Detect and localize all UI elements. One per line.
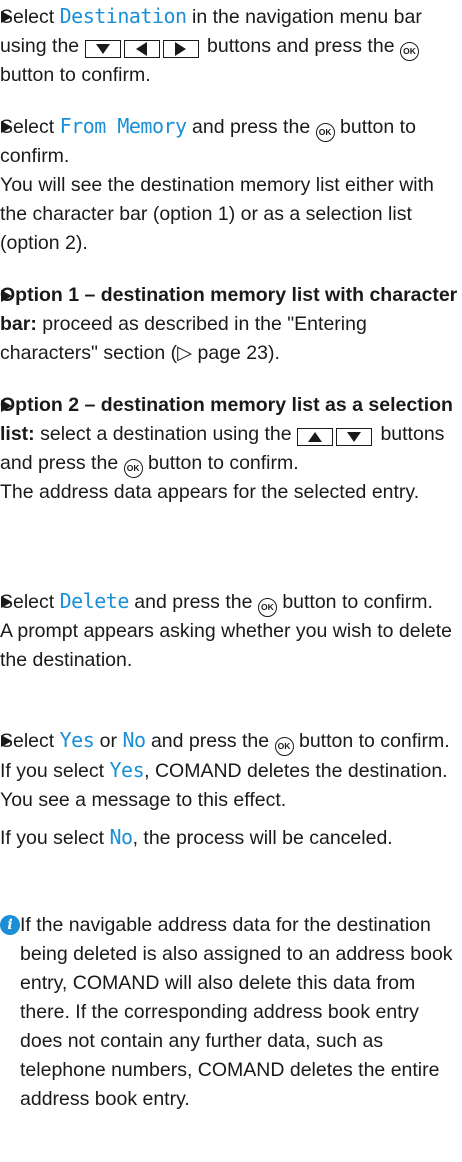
step-text: Select Delete and press the OK button to… <box>0 587 458 617</box>
right-arrow-button-icon <box>162 40 199 58</box>
step-text: Option 2 – destination memory list as a … <box>0 391 458 478</box>
menu-item-yes: Yes <box>109 758 145 782</box>
bullet-triangle-icon <box>1 596 12 608</box>
step-select-delete: Select Delete and press the OK button to… <box>0 587 458 675</box>
ok-button-icon: OK <box>399 41 419 61</box>
ok-button-icon: OK <box>274 736 294 756</box>
up-down-buttons <box>297 428 375 446</box>
step-result-no: If you select No, the process will be ca… <box>0 825 393 849</box>
bullet-triangle-icon <box>1 735 12 747</box>
up-arrow-button-icon <box>297 428 334 446</box>
ok-button-icon: OK <box>315 122 335 142</box>
down-arrow-button-icon <box>84 40 121 58</box>
step-option-1: Option 1 – destination memory list with … <box>0 281 458 368</box>
step-result: The address data appears for the selecte… <box>0 481 420 503</box>
bullet-triangle-icon <box>1 290 12 302</box>
step-select-from-memory: Select From Memory and press the OK butt… <box>0 112 458 258</box>
ok-button-icon: OK <box>123 458 143 478</box>
bullet-triangle-icon <box>1 121 12 133</box>
step-text: Option 1 – destination memory list with … <box>0 284 458 364</box>
step-result: A prompt appears asking whether you wish… <box>0 620 453 671</box>
menu-item-no: No <box>122 728 146 752</box>
bullet-triangle-icon <box>1 400 12 412</box>
info-icon: i <box>0 915 20 935</box>
info-text: If the navigable address data for the de… <box>20 914 453 1110</box>
bullet-triangle-icon <box>1 11 12 23</box>
down-arrow-button-icon <box>336 428 373 446</box>
step-text: Select From Memory and press the OK butt… <box>0 114 416 167</box>
step-text: Select Yes or No and press the OK button… <box>0 726 458 756</box>
menu-item-no: No <box>109 825 133 849</box>
step-option-2: Option 2 – destination memory list as a … <box>0 391 458 507</box>
step-select-yes-no: Select Yes or No and press the OK button… <box>0 726 458 853</box>
nav-buttons <box>84 40 202 58</box>
step-select-destination: Select Destination in the navigation men… <box>0 2 458 90</box>
info-note: i If the navigable address data for the … <box>0 911 458 1114</box>
ok-button-icon: OK <box>257 597 277 617</box>
step-result-yes: If you select Yes, COMAND deletes the de… <box>0 758 448 811</box>
step-result: You will see the destination memory list… <box>0 174 434 254</box>
menu-item-from-memory: From Memory <box>59 114 187 138</box>
step-text: Select Destination in the navigation men… <box>0 4 422 86</box>
menu-item-destination: Destination <box>59 4 187 28</box>
left-arrow-button-icon <box>123 40 160 58</box>
menu-item-yes: Yes <box>59 728 95 752</box>
menu-item-delete: Delete <box>59 589 130 613</box>
